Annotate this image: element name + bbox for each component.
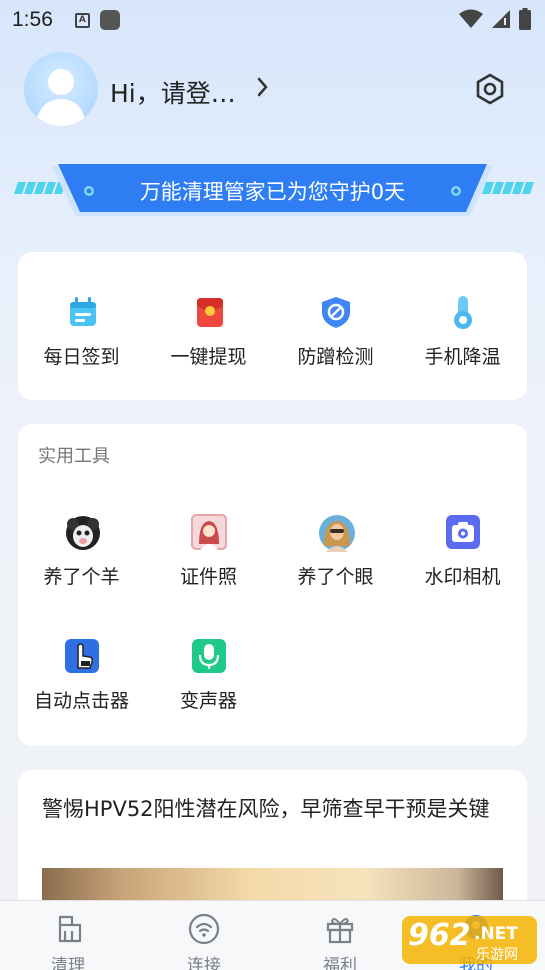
tool-label: 养了个眼 [297, 566, 374, 588]
tool-watermark-camera[interactable]: 水印相机 [399, 514, 526, 589]
quick-actions-card: 每日签到 一键提现 防蹭检测 手机降温 [18, 252, 527, 400]
watermark-logo: 962 .NET 乐游网 [402, 912, 537, 968]
status-bar: 1:56 A [0, 0, 545, 40]
tool-voice-changer[interactable]: 变声器 [145, 638, 272, 713]
user-avatar-icon [36, 69, 86, 126]
tab-label: 清理 [51, 956, 85, 970]
tools-card: 实用工具 养了个羊 证件照 养了个眼 水印相机 自动点击器 变声器 [18, 424, 527, 746]
tool-label: 水印相机 [424, 566, 501, 588]
camera-icon [445, 514, 481, 550]
auto-clicker-icon [64, 638, 100, 674]
avatar[interactable] [24, 52, 98, 126]
login-greeting[interactable]: Hi，请登… [110, 74, 236, 110]
tool-label: 自动点击器 [33, 690, 129, 712]
quick-action-daily-checkin[interactable]: 每日签到 [18, 294, 145, 369]
notification-a-icon: A [74, 12, 90, 28]
section-title: 实用工具 [38, 446, 110, 467]
quick-action-label: 手机降温 [424, 346, 501, 368]
watermark-brand: 962 [408, 918, 471, 953]
red-envelope-icon [191, 294, 227, 330]
notification-app-icon [99, 10, 120, 30]
shield-icon [318, 294, 354, 330]
sheep-icon [64, 514, 100, 550]
gift-icon [326, 918, 354, 944]
quick-action-label: 每日签到 [43, 346, 120, 368]
microphone-icon [191, 638, 227, 674]
thermometer-icon [445, 294, 481, 330]
quick-action-withdraw[interactable]: 一键提现 [145, 294, 272, 369]
tool-label: 变声器 [179, 690, 237, 712]
banner-text: 万能清理管家已为您守护0天 [139, 180, 406, 204]
cell-signal-icon [492, 10, 510, 28]
quick-action-cool-down[interactable]: 手机降温 [399, 294, 526, 369]
tool-label: 养了个羊 [43, 566, 120, 588]
tab-label: 连接 [187, 956, 221, 970]
calendar-icon [64, 294, 100, 330]
tool-eye-candy[interactable]: 养了个眼 [272, 514, 399, 589]
news-title[interactable]: 警惕HPV52阳性潜在风险，早筛查早干预是关键 [42, 794, 502, 824]
wifi-signal-icon [459, 9, 483, 28]
wifi-icon [188, 913, 220, 945]
tab-clean[interactable]: 清理 [0, 901, 136, 970]
tool-sheep-game[interactable]: 养了个羊 [18, 514, 145, 589]
watermark-subtitle: 乐游网 [476, 947, 518, 963]
protection-banner: 万能清理管家已为您守护0天 [0, 160, 545, 220]
quick-action-label: 防蹭检测 [297, 346, 374, 368]
tool-id-photo[interactable]: 证件照 [145, 514, 272, 589]
chevron-right-icon[interactable] [256, 76, 270, 98]
portrait-icon [318, 514, 355, 552]
watermark-suffix: .NET [474, 924, 518, 944]
tool-auto-clicker[interactable]: 自动点击器 [18, 638, 145, 713]
id-photo-icon [190, 514, 227, 550]
profile-header[interactable]: Hi，请登… [24, 52, 524, 128]
status-time: 1:56 [12, 8, 53, 31]
settings-gear-icon[interactable] [473, 72, 507, 106]
battery-icon [519, 8, 531, 30]
broom-icon [58, 915, 82, 943]
tool-label: 证件照 [179, 566, 237, 588]
tab-connect[interactable]: 连接 [136, 901, 272, 970]
tab-label: 福利 [323, 956, 357, 970]
quick-action-label: 一键提现 [170, 346, 247, 368]
tab-welfare[interactable]: 福利 [272, 901, 408, 970]
quick-action-anti-leech[interactable]: 防蹭检测 [272, 294, 399, 369]
